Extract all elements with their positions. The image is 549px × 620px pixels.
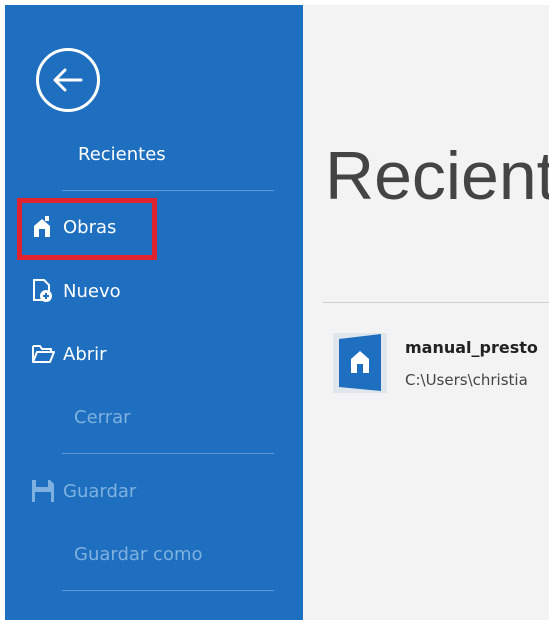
nav-item-label: Recientes [78,143,166,165]
separator [62,590,274,591]
recent-file-path: C:\Users\christia [405,371,528,389]
nav-item-guardar[interactable]: Guardar [16,466,276,516]
nav-item-obras[interactable]: Obras [16,202,276,252]
nav-item-label: Abrir [63,343,107,365]
new-file-icon [30,278,56,304]
nav-item-cerrar[interactable]: Cerrar [16,392,276,442]
separator [62,453,274,454]
content-divider [323,302,549,303]
recent-file-item[interactable]: manual_presto C:\Users\christia [331,331,549,401]
recent-file-name: manual_presto [405,338,538,357]
nav-item-label: Guardar [63,480,137,502]
nav-item-recientes[interactable]: Recientes [16,129,276,179]
separator [62,190,274,191]
presto-file-icon [333,333,387,393]
page-title: Recientes [325,138,549,214]
nav-item-label: Guardar como [74,543,203,565]
back-arrow-icon [53,68,83,92]
open-folder-icon [30,341,56,367]
nav-item-nuevo[interactable]: Nuevo [16,266,276,316]
nav-item-abrir[interactable]: Abrir [16,329,276,379]
back-button[interactable] [36,48,100,112]
works-icon [30,214,56,240]
save-icon [30,478,56,504]
nav-item-label: Obras [63,216,117,238]
nav-item-label: Cerrar [74,406,131,428]
backstage-window: Recientes Obras Nuevo Abrir Cerrar Guard… [5,5,549,620]
nav-item-label: Nuevo [63,280,121,302]
nav-item-guardar-como[interactable]: Guardar como [16,529,276,579]
backstage-sidebar: Recientes Obras Nuevo Abrir Cerrar Guard… [5,5,303,620]
